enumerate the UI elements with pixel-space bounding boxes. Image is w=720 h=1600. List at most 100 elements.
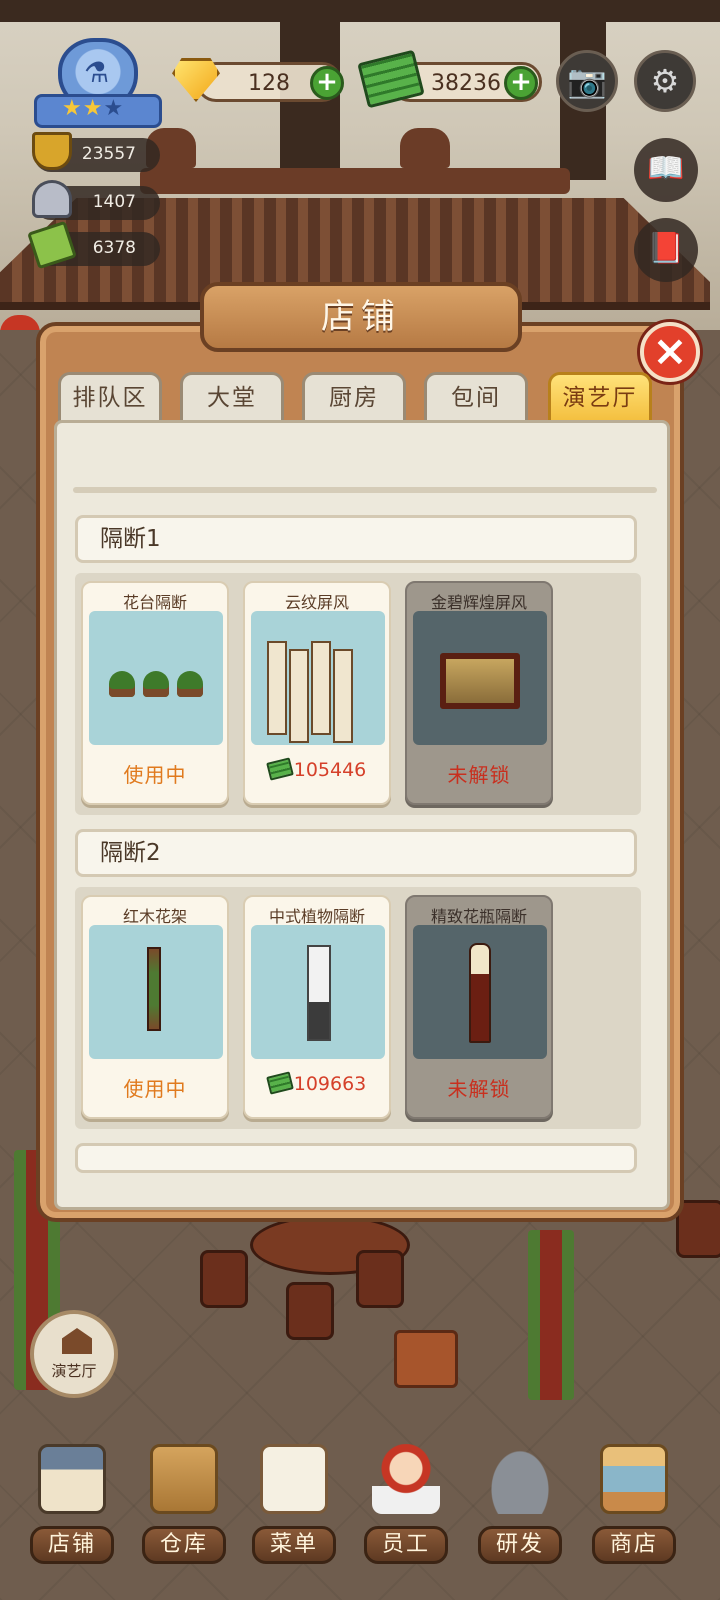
item-name: 精致花瓶隔断 [430, 907, 527, 926]
item-name: 中式植物隔断 [268, 907, 365, 926]
flower-stand-icon [147, 947, 161, 1031]
tab-lobby[interactable]: 大堂 [180, 372, 284, 424]
recipes-stat: 6378 [27, 220, 160, 270]
section-title: 隔断1 [75, 515, 637, 563]
item-card-cloud-screen[interactable]: 云纹屏风 105446 [243, 581, 391, 805]
menu-book-button[interactable]: 📕 [634, 218, 698, 282]
price-value: 105446 [293, 759, 367, 781]
nav-shop[interactable]: 店铺 [30, 1444, 114, 1564]
restaurant-level-badge[interactable]: ⚗ ★★★ [34, 38, 162, 130]
reputation-stat: 23557 [32, 132, 160, 172]
red-book-icon: 📕 [647, 231, 685, 266]
screen-panel-icon [333, 649, 353, 743]
camera-button[interactable]: 📷 [556, 50, 618, 112]
mortar-pestle-icon: ⚗ [84, 56, 110, 89]
item-thumbnail [89, 611, 223, 745]
guide-button[interactable]: 📖 [634, 138, 698, 202]
planter-icon [143, 671, 169, 697]
background-chair [286, 1282, 334, 1340]
locked-status: 未解锁 [447, 763, 511, 787]
wok-icon [486, 1444, 554, 1514]
scroll-edge [73, 487, 657, 493]
background-chest [394, 1330, 458, 1388]
trophy-icon [32, 132, 72, 170]
theater-icon [62, 1328, 92, 1354]
tab-private-room[interactable]: 包间 [424, 372, 528, 424]
item-name: 花台隔断 [122, 593, 187, 612]
theater-shortcut-button[interactable]: 演艺厅 [30, 1310, 118, 1398]
item-price[interactable]: 109663 [245, 1071, 389, 1095]
theater-label: 演艺厅 [51, 1362, 97, 1380]
clipboard-icon [260, 1444, 328, 1514]
background-chair [200, 1250, 248, 1308]
close-button[interactable]: × [640, 322, 700, 382]
nav-label: 菜单 [252, 1526, 336, 1564]
recipes-value: 6378 [92, 238, 136, 258]
item-thumbnail [413, 925, 547, 1059]
question-book-icon: 📖 [647, 151, 685, 186]
section-title-partial [75, 1143, 637, 1173]
item-thumbnail [413, 611, 547, 745]
item-name: 金碧辉煌屏风 [430, 593, 527, 612]
background-chair [356, 1250, 404, 1308]
screen-panel-icon [267, 641, 287, 735]
nav-label: 仓库 [142, 1526, 226, 1564]
staff-avatar-icon [372, 1444, 440, 1514]
add-cash-button[interactable]: + [504, 66, 538, 100]
locked-status: 未解锁 [447, 1077, 511, 1101]
golden-screen-icon [440, 653, 520, 709]
roof-ridge [140, 168, 570, 194]
item-card-chinese-plant-partition[interactable]: 中式植物隔断 109663 [243, 895, 391, 1119]
item-name: 云纹屏风 [284, 593, 349, 612]
camera-icon: 📷 [567, 62, 607, 100]
item-list[interactable]: 隔断1 花台隔断 使用中 云纹屏风 105446 金碧辉煌屏风 未解锁 隔断2 [54, 420, 670, 1210]
section-title: 隔断2 [75, 829, 637, 877]
screen-panel-icon [311, 641, 331, 735]
cloche-icon [32, 180, 72, 218]
item-card-flower-stand-partition[interactable]: 花台隔断 使用中 [81, 581, 229, 805]
tab-theater[interactable]: 演艺厅 [548, 372, 652, 424]
planter-icon [109, 671, 135, 697]
dishes-value: 1407 [92, 192, 136, 212]
nav-menu[interactable]: 菜单 [252, 1444, 336, 1564]
background-pillar [528, 1230, 574, 1400]
nav-store[interactable]: 商店 [592, 1444, 676, 1564]
item-price[interactable]: 105446 [245, 757, 389, 781]
plant-partition-icon [307, 945, 331, 1041]
reputation-value: 23557 [81, 144, 136, 164]
settings-button[interactable]: ⚙ [634, 50, 696, 112]
nav-label: 研发 [478, 1526, 562, 1564]
add-gems-button[interactable]: + [310, 66, 344, 100]
vase-partition-icon [469, 943, 491, 1043]
item-thumbnail [89, 925, 223, 1059]
nav-label: 商店 [592, 1526, 676, 1564]
nav-label: 店铺 [30, 1526, 114, 1564]
nav-staff[interactable]: 员工 [364, 1444, 448, 1564]
roof-ornament [400, 128, 450, 168]
item-thumbnail [251, 611, 385, 745]
item-card-golden-screen[interactable]: 金碧辉煌屏风 未解锁 [405, 581, 553, 805]
nav-warehouse[interactable]: 仓库 [142, 1444, 226, 1564]
dishes-stat: 1407 [32, 180, 160, 220]
background-beam [0, 0, 720, 22]
screen-panel-icon [289, 649, 309, 743]
planter-icon [177, 671, 203, 697]
tab-queue-area[interactable]: 排队区 [58, 372, 162, 424]
star-rating-icon: ★★★ [62, 96, 125, 121]
boxes-icon [150, 1444, 218, 1514]
nav-research[interactable]: 研发 [478, 1444, 562, 1564]
item-thumbnail [251, 925, 385, 1059]
item-card-rosewood-flower-stand[interactable]: 红木花架 使用中 [81, 895, 229, 1119]
cash-icon [265, 757, 294, 781]
storefront-icon [600, 1444, 668, 1514]
item-name: 红木花架 [122, 907, 187, 926]
panel-title: 店铺 [200, 282, 522, 352]
item-card-vase-partition[interactable]: 精致花瓶隔断 未解锁 [405, 895, 553, 1119]
in-use-status: 使用中 [123, 763, 187, 787]
gear-icon: ⚙ [650, 62, 680, 100]
in-use-status: 使用中 [123, 1077, 187, 1101]
tab-kitchen[interactable]: 厨房 [302, 372, 406, 424]
nav-label: 员工 [364, 1526, 448, 1564]
shop-building-icon [38, 1444, 106, 1514]
cash-icon [265, 1071, 294, 1095]
